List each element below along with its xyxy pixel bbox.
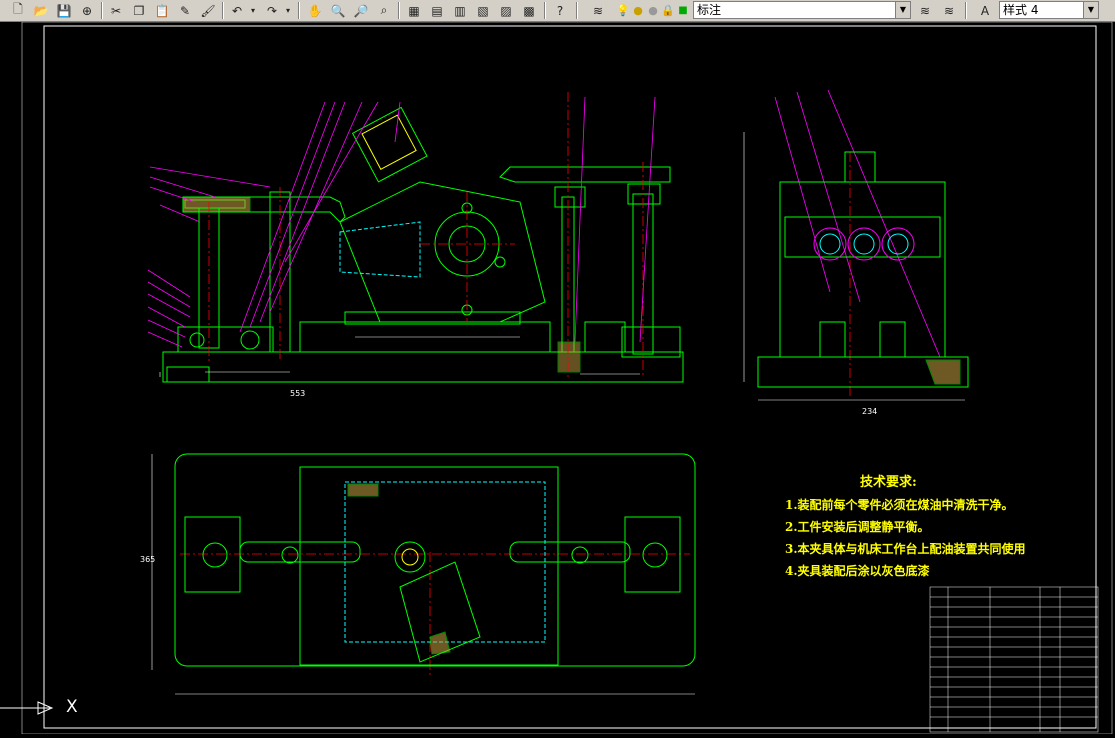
- make-layer-current-icon[interactable]: ≋: [915, 1, 935, 20]
- toolbar-separator: [222, 2, 224, 19]
- toolbar-separator: [965, 2, 967, 19]
- match-properties-icon[interactable]: ✎: [175, 1, 195, 20]
- toolbar-separator: [398, 2, 400, 19]
- note-item-1: 1.装配前每个零件必须在煤油中清洗干净。: [785, 498, 1014, 512]
- sheet-set-icon[interactable]: ▧: [473, 1, 493, 20]
- copy-icon[interactable]: ❐: [129, 1, 149, 20]
- layer-manager-icon[interactable]: ≋: [588, 1, 608, 20]
- undo-icon[interactable]: ↶: [227, 1, 247, 20]
- text-style-icon[interactable]: A: [975, 1, 995, 20]
- design-center-icon[interactable]: ▤: [427, 1, 447, 20]
- tool-palettes-icon[interactable]: ▥: [450, 1, 470, 20]
- toolbar-separator: [101, 2, 103, 19]
- open-icon[interactable]: 📂: [31, 1, 51, 20]
- note-item-2: 2.工件安装后调整静平衡。: [785, 520, 930, 534]
- side-view: [757, 151, 969, 388]
- toolbar-separator: [576, 2, 578, 19]
- pan-icon[interactable]: ✋: [305, 1, 325, 20]
- drawing-svg: 553 234 365: [0, 21, 1113, 735]
- drawing-canvas[interactable]: 553 234 365 技术要求: 1.装配前每个零件必须在煤油中清洗干净。 2…: [0, 21, 1115, 735]
- save-icon[interactable]: 💾: [54, 1, 74, 20]
- dimension-text-side: 234: [862, 407, 877, 416]
- toolbar-separator: [298, 2, 300, 19]
- zoom-previous-icon[interactable]: ⌕: [374, 1, 394, 20]
- leader-lines: [147, 89, 941, 358]
- redo-dropdown-icon[interactable]: ▾: [282, 1, 294, 20]
- note-item-3: 3.本夹具体与机床工作台上配油装置共同使用: [785, 542, 1026, 556]
- toolbar-separator: [544, 2, 546, 19]
- dimension-text-bottom: 553: [290, 389, 305, 398]
- layer-combo-value: 标注: [697, 3, 722, 17]
- brush-icon[interactable]: 🖌: [198, 1, 218, 20]
- chevron-down-icon[interactable]: ▼: [895, 2, 910, 18]
- layer-combo[interactable]: 标注 ▼: [693, 1, 911, 19]
- note-item-4: 4.夹具装配后涂以灰色底漆: [785, 564, 930, 578]
- paste-icon[interactable]: 📋: [152, 1, 172, 20]
- top-view: [174, 453, 696, 667]
- style-combo[interactable]: 样式 4 ▼: [999, 1, 1099, 19]
- front-view: [162, 106, 684, 383]
- properties-icon[interactable]: ▦: [404, 1, 424, 20]
- help-icon[interactable]: ?: [550, 1, 570, 20]
- layer-color-icon[interactable]: ■: [673, 1, 693, 20]
- plot-icon[interactable]: ⊕: [77, 1, 97, 20]
- undo-dropdown-icon[interactable]: ▾: [247, 1, 259, 20]
- layer-previous-icon[interactable]: ≋: [939, 1, 959, 20]
- standard-toolbar: 🗋 📂 💾 ⊕ ✂ ❐ 📋 ✎ 🖌 ↶ ▾ ↷ ▾ ✋ 🔍 🔎 ⌕ ▦ ▤ ▥ …: [0, 0, 1115, 22]
- dimension-text-left: 365: [140, 555, 155, 564]
- calculator-icon[interactable]: ▩: [519, 1, 539, 20]
- style-combo-value: 样式 4: [1003, 3, 1039, 17]
- parts-list: [929, 586, 1099, 733]
- zoom-realtime-icon[interactable]: 🔍: [328, 1, 348, 20]
- chevron-down-icon[interactable]: ▼: [1083, 2, 1098, 18]
- zoom-window-icon[interactable]: 🔎: [351, 1, 371, 20]
- notes-title: 技术要求:: [860, 475, 917, 490]
- new-icon[interactable]: 🗋: [8, 1, 28, 20]
- redo-icon[interactable]: ↷: [262, 1, 282, 20]
- centerlines: [180, 92, 851, 677]
- cut-icon[interactable]: ✂: [106, 1, 126, 20]
- markup-icon[interactable]: ▨: [496, 1, 516, 20]
- ucs-x-label: X: [66, 697, 78, 717]
